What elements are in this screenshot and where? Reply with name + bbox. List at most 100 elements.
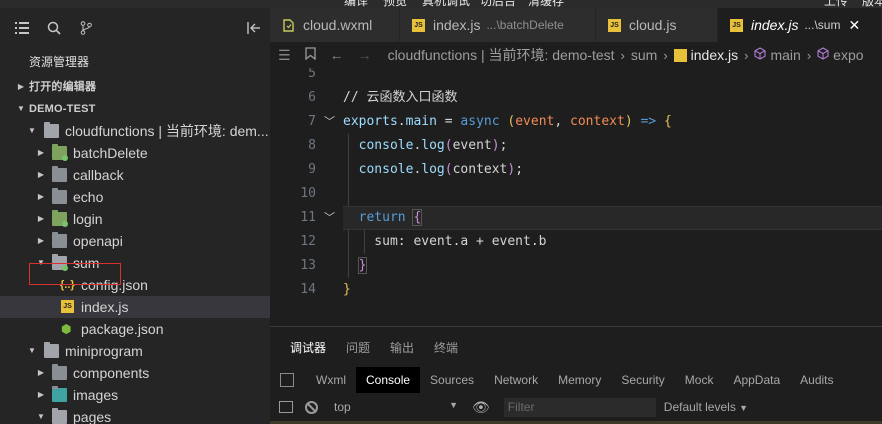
menu-clear-cache[interactable]: 清缓存 bbox=[528, 0, 564, 8]
tree-item-index-js[interactable]: JS index.js bbox=[0, 296, 270, 318]
menu-background[interactable]: 切后台 bbox=[480, 0, 516, 8]
tree-item-pages[interactable]: ▼ pages bbox=[0, 406, 270, 424]
code-line-7: 7 ﹀ exports.main = async (event, context… bbox=[270, 110, 882, 134]
code-line-11: 11 ﹀ return { bbox=[270, 206, 882, 230]
tree-item-label: pages bbox=[73, 409, 112, 424]
project-section[interactable]: ▼ DEMO-TEST bbox=[0, 98, 270, 120]
split-icon[interactable] bbox=[246, 20, 262, 36]
highlight-box bbox=[29, 263, 121, 285]
devtools-tab-wxml[interactable]: Wxml bbox=[306, 367, 356, 393]
search-icon[interactable] bbox=[46, 20, 62, 36]
tree-item-openapi[interactable]: ▶ openapi bbox=[0, 230, 270, 252]
line-number: 7 bbox=[308, 114, 316, 129]
folder-icon bbox=[52, 188, 67, 204]
clear-console-icon[interactable] bbox=[305, 400, 318, 414]
fold-chevron-icon[interactable]: ﹀ bbox=[324, 206, 335, 230]
chevron-down-icon: ▼ bbox=[37, 412, 45, 421]
code-text: console.log(event); bbox=[358, 138, 508, 153]
devtools-tab-appdata[interactable]: AppData bbox=[723, 367, 790, 393]
image-folder-icon bbox=[52, 386, 67, 402]
folder-icon bbox=[52, 364, 67, 380]
devtools-tab-security[interactable]: Security bbox=[611, 367, 674, 393]
devtools-tab-network[interactable]: Network bbox=[484, 367, 548, 393]
eye-icon[interactable]: 👁 bbox=[472, 399, 490, 416]
tree-item-echo[interactable]: ▶ echo bbox=[0, 186, 270, 208]
open-editors-section[interactable]: ▶ 打开的编辑器 bbox=[0, 76, 270, 98]
tab-label: index.js bbox=[433, 17, 481, 33]
tab-debugger[interactable]: 调试器 bbox=[290, 339, 326, 356]
sidebar-toolbar bbox=[0, 8, 270, 48]
line-number: 8 bbox=[308, 138, 316, 153]
tab-problems[interactable]: 问题 bbox=[346, 339, 370, 356]
tree-item-miniprogram[interactable]: ▼ miniprogram bbox=[0, 340, 270, 362]
explorer-title: 资源管理器 bbox=[29, 55, 90, 69]
breadcrumb-exports[interactable]: expo bbox=[833, 47, 863, 63]
tab-cloud-wxml[interactable]: cloud.wxml bbox=[270, 8, 400, 42]
filter-input[interactable]: Filter bbox=[503, 397, 656, 417]
inspect-element-icon[interactable] bbox=[280, 373, 294, 387]
line-number: 9 bbox=[308, 162, 316, 177]
chevron-right-icon: › bbox=[620, 47, 625, 63]
tab-description: ...\batchDelete bbox=[486, 18, 564, 32]
devtools-tab-audits[interactable]: Audits bbox=[790, 367, 843, 393]
source-control-icon[interactable] bbox=[78, 20, 94, 36]
code-editor[interactable]: 5 6 // 云函数入口函数 7 ﹀ exports.main = async … bbox=[270, 68, 882, 326]
bottom-panel: 调试器 问题 输出 终端 Wxml Console Sources Networ… bbox=[270, 326, 882, 424]
js-file-icon: JS bbox=[61, 300, 74, 313]
menu-version[interactable]: 版本 bbox=[862, 0, 882, 8]
tree-item-cloudfunctions[interactable]: ▼ cloudfunctions | 当前环境: dem... bbox=[0, 120, 270, 142]
code-text: } bbox=[343, 282, 351, 297]
code-text: console.log(context); bbox=[358, 162, 524, 177]
devtools-tab-sources[interactable]: Sources bbox=[420, 367, 484, 393]
outline-list-icon[interactable]: ☰ bbox=[278, 47, 291, 64]
breadcrumb-cloudfunctions[interactable]: cloudfunctions | 当前环境: demo-test bbox=[388, 45, 615, 65]
code-text: return { bbox=[358, 209, 423, 226]
levels-dropdown[interactable]: Default levels ▼ bbox=[664, 400, 748, 414]
tab-output[interactable]: 输出 bbox=[390, 339, 414, 356]
devtools-tab-console[interactable]: Console bbox=[356, 367, 421, 393]
back-arrow-icon[interactable]: ← bbox=[330, 47, 344, 63]
devtools-tab-mock[interactable]: Mock bbox=[675, 367, 724, 393]
bookmark-icon[interactable] bbox=[304, 47, 316, 63]
chevron-down-icon: ▼ bbox=[16, 104, 26, 113]
list-icon[interactable] bbox=[14, 20, 30, 36]
open-editors-label: 打开的编辑器 bbox=[29, 81, 97, 93]
chevron-right-icon: ▶ bbox=[37, 148, 45, 157]
menu-remote-debug[interactable]: 真机调试 bbox=[422, 0, 470, 8]
levels-label: Default levels bbox=[663, 400, 736, 414]
devtools-tabs: Wxml Console Sources Network Memory Secu… bbox=[270, 367, 882, 393]
tab-cloud-js[interactable]: JS cloud.js bbox=[596, 8, 718, 42]
tab-terminal[interactable]: 终端 bbox=[434, 339, 458, 356]
menu-upload[interactable]: 上传 bbox=[824, 0, 848, 8]
fold-chevron-icon[interactable]: ﹀ bbox=[324, 110, 335, 134]
sidebar-toggle-icon[interactable] bbox=[279, 401, 293, 413]
close-icon[interactable]: ✕ bbox=[848, 17, 860, 34]
devtools-tab-memory[interactable]: Memory bbox=[548, 367, 611, 393]
folder-open-icon bbox=[44, 342, 59, 358]
tree-item-label: callback bbox=[73, 167, 124, 183]
line-number: 11 bbox=[300, 210, 316, 225]
chevron-right-icon: › bbox=[663, 47, 668, 63]
breadcrumb-main[interactable]: main bbox=[770, 47, 800, 63]
tree-item-components[interactable]: ▶ components bbox=[0, 362, 270, 384]
tab-index-js-sum[interactable]: JS index.js ...\sum ✕ bbox=[718, 8, 882, 42]
breadcrumb-sum[interactable]: sum bbox=[631, 47, 657, 63]
ide-window: 编译 预览 真机调试 切后台 清缓存 上传 版本 资源管理器 ▶ 打开的编辑器 bbox=[0, 0, 882, 424]
forward-arrow-icon[interactable]: → bbox=[358, 47, 372, 63]
breadcrumb-index-js[interactable]: index.js bbox=[691, 47, 738, 63]
code-line-5: 5 bbox=[270, 68, 882, 86]
context-select[interactable]: top ▼ bbox=[334, 400, 458, 414]
tree-item-callback[interactable]: ▶ callback bbox=[0, 164, 270, 186]
top-menubar: 编译 预览 真机调试 切后台 清缓存 上传 版本 bbox=[0, 0, 882, 8]
tree-item-package-json[interactable]: ⬢ package.json bbox=[0, 318, 270, 340]
menu-compile[interactable]: 编译 bbox=[344, 0, 368, 8]
chevron-right-icon: ▶ bbox=[37, 390, 45, 399]
tree-item-batchdelete[interactable]: ▶ batchDelete bbox=[0, 142, 270, 164]
tree-item-label: login bbox=[73, 211, 103, 227]
dropdown-arrow-icon: ▼ bbox=[449, 400, 458, 410]
tree-item-images[interactable]: ▶ images bbox=[0, 384, 270, 406]
tree-item-login[interactable]: ▶ login bbox=[0, 208, 270, 230]
tree-item-label: batchDelete bbox=[73, 145, 148, 161]
menu-preview[interactable]: 预览 bbox=[383, 0, 407, 8]
tab-index-js-batchdelete[interactable]: JS index.js ...\batchDelete bbox=[400, 8, 596, 42]
